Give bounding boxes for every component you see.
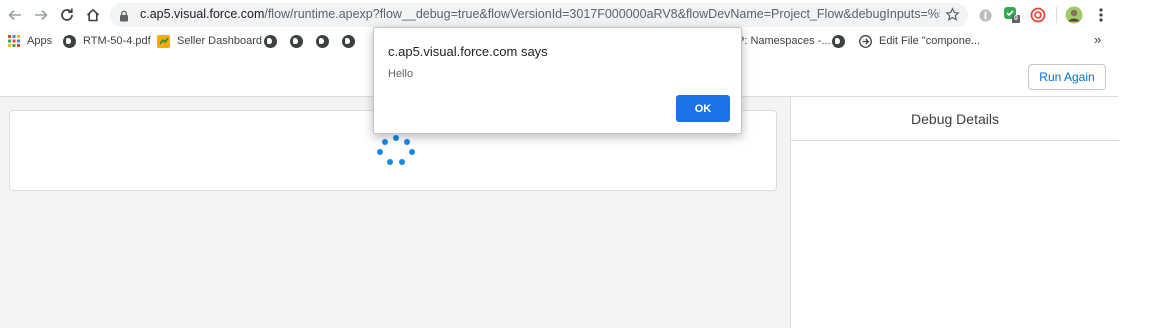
reload-icon[interactable] xyxy=(56,4,78,26)
back-arrow-icon[interactable] xyxy=(4,4,26,26)
bookmark-globe-5[interactable] xyxy=(832,33,852,49)
extension-badge: 0 xyxy=(1014,15,1018,22)
bookmark-edit-file[interactable]: Edit File "compone... xyxy=(859,33,980,49)
bookmark-globe-4[interactable] xyxy=(342,33,362,49)
bookmark-label: RTM-50-4.pdf xyxy=(83,35,151,47)
toolbar-divider xyxy=(1056,7,1057,23)
seller-icon xyxy=(157,34,170,48)
globe-icon xyxy=(290,34,303,48)
globe-icon xyxy=(316,34,329,48)
globe-icon xyxy=(342,34,355,48)
address-bar[interactable]: c.ap5.visual.force.com/flow/runtime.apex… xyxy=(110,3,968,27)
bookmark-label: Seller Dashboard xyxy=(177,35,262,47)
bookmark-globe-2[interactable] xyxy=(290,33,310,49)
arrow-circle-icon xyxy=(859,34,872,48)
dialog-title: c.ap5.visual.force.com says xyxy=(388,44,548,59)
star-icon[interactable] xyxy=(945,7,960,27)
bookmark-label: Apps xyxy=(27,35,53,47)
alert-dialog: c.ap5.visual.force.com says Hello OK xyxy=(373,27,742,134)
loading-spinner xyxy=(376,135,416,167)
globe-icon xyxy=(832,34,845,48)
url-host: c.ap5.visual.force.com xyxy=(140,7,265,21)
bookmarks-overflow-button[interactable]: » xyxy=(1094,32,1101,47)
url-path: /flow/runtime.apexp?flow__debug=true&flo… xyxy=(264,7,940,21)
globe-icon xyxy=(63,34,76,48)
run-again-button[interactable]: Run Again xyxy=(1028,64,1106,90)
debug-panel: Debug Details xyxy=(790,97,1119,328)
ok-button[interactable]: OK xyxy=(676,95,730,122)
lock-icon xyxy=(119,9,129,27)
bookmark-globe-1[interactable] xyxy=(264,33,284,49)
bookmark-seller-dashboard[interactable]: Seller Dashboard xyxy=(157,33,262,49)
forward-arrow-icon[interactable] xyxy=(30,4,52,26)
browser-toolbar: c.ap5.visual.force.com/flow/runtime.apex… xyxy=(0,0,1150,30)
globe-icon xyxy=(264,34,277,48)
debug-details-heading: Debug Details xyxy=(791,97,1119,141)
bookmark-rtm-pdf[interactable]: RTM-50-4.pdf xyxy=(63,33,151,49)
menu-icon[interactable] xyxy=(1092,6,1110,24)
bookmark-label: Edit File "compone... xyxy=(879,35,981,47)
bookmark-apps[interactable]: Apps xyxy=(7,33,52,49)
extension-target-icon[interactable] xyxy=(1029,6,1047,24)
bookmark-label: P: Namespaces -... xyxy=(737,35,831,47)
extension-shield-icon[interactable] xyxy=(976,6,994,24)
bookmark-globe-3[interactable] xyxy=(316,33,336,49)
bookmark-namespaces[interactable]: P: Namespaces -... xyxy=(737,33,831,49)
apps-grid-icon xyxy=(7,35,20,48)
home-icon[interactable] xyxy=(82,4,104,26)
avatar[interactable] xyxy=(1065,6,1083,24)
dialog-message: Hello xyxy=(388,68,414,80)
url-text: c.ap5.visual.force.com/flow/runtime.apex… xyxy=(140,7,940,21)
extension-check-icon[interactable]: 0 xyxy=(1003,6,1021,24)
